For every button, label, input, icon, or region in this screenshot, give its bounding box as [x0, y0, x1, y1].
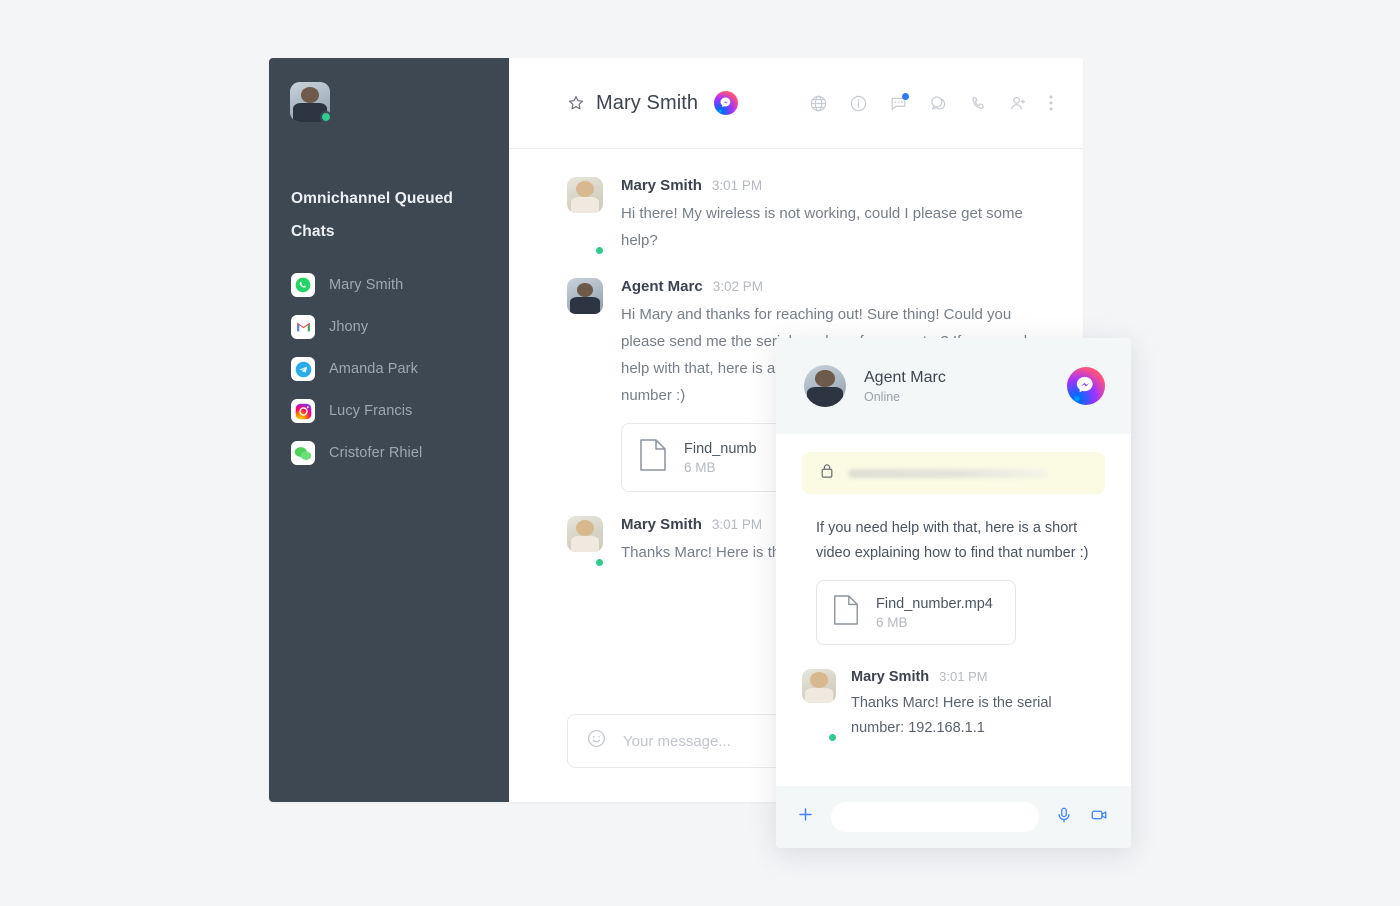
info-icon[interactable]: [849, 94, 868, 113]
instagram-icon: [291, 399, 315, 423]
message-text: Hi there! My wireless is not working, co…: [621, 205, 1023, 249]
file-size: 6 MB: [876, 614, 908, 630]
sidebar-item-lucy-francis[interactable]: Lucy Francis: [269, 390, 509, 432]
file-icon: [832, 594, 860, 631]
messenger-icon: [714, 91, 739, 115]
overlay-message-input[interactable]: [831, 802, 1039, 832]
encryption-notice-text: [848, 468, 1048, 478]
video-camera-icon[interactable]: [1089, 806, 1109, 829]
overlay-contact-name: Agent Marc: [864, 368, 946, 386]
chat-header: Mary Smith: [509, 58, 1083, 149]
plus-icon[interactable]: [796, 805, 815, 829]
overlay-header: Agent Marc Online: [776, 338, 1131, 434]
wechat-icon: [291, 441, 315, 465]
sidebar-item-jhony[interactable]: Jhony: [269, 306, 509, 348]
lock-icon: [820, 463, 834, 484]
message-item: Mary Smith 3:01 PM Thanks Marc! Here is …: [802, 669, 1105, 743]
file-name: Find_numb: [684, 440, 757, 457]
file-icon: [638, 438, 668, 477]
avatar-image: [802, 669, 836, 703]
sidebar-item-label: Amanda Park: [329, 361, 418, 377]
message-timestamp: 3:02 PM: [712, 279, 763, 294]
online-status-dot: [594, 245, 605, 256]
message-text: Thanks Marc! Here is the serial number: …: [851, 695, 1052, 736]
kebab-menu-icon[interactable]: [1049, 94, 1053, 112]
avatar: [802, 669, 838, 743]
online-status-dot: [827, 732, 838, 743]
emoji-icon[interactable]: [586, 728, 607, 754]
telegram-icon: [291, 357, 315, 381]
avatar-image: [567, 278, 603, 314]
avatar: [567, 278, 603, 492]
avatar[interactable]: [290, 82, 332, 123]
encryption-notice: [802, 452, 1105, 494]
file-attachment[interactable]: Find_number.mp4 6 MB: [816, 580, 1016, 645]
message-author: Mary Smith: [851, 669, 930, 685]
sidebar-chat-list: Mary Smith Jhony Amanda Park Lucy Franci…: [269, 264, 509, 474]
messenger-icon: [1067, 367, 1105, 405]
sidebar-item-amanda-park[interactable]: Amanda Park: [269, 348, 509, 390]
message-author: Mary Smith: [621, 177, 702, 194]
overlay-composer: [776, 786, 1131, 848]
add-user-icon[interactable]: [1009, 94, 1028, 113]
notification-badge: [902, 92, 909, 100]
sidebar-item-mary-smith[interactable]: Mary Smith: [269, 264, 509, 306]
messenger-widget-overlay: Agent Marc Online If you need help with …: [776, 338, 1131, 848]
overlay-message-text: If you need help with that, here is a sh…: [816, 520, 1089, 561]
online-status-dot: [320, 111, 332, 123]
avatar-image: [567, 177, 603, 213]
star-icon[interactable]: [567, 94, 585, 112]
sidebar-item-label: Cristofer Rhiel: [329, 445, 423, 461]
message-timestamp: 3:01 PM: [711, 517, 763, 532]
sidebar-item-label: Mary Smith: [329, 277, 404, 293]
page-title: Mary Smith: [596, 91, 699, 114]
message-timestamp: 3:01 PM: [711, 178, 763, 193]
overlay-contact-status: Online: [864, 389, 901, 404]
sidebar-title: Omnichannel Queued Chats: [291, 190, 453, 240]
whatsapp-icon: [291, 273, 315, 297]
file-name: Find_number.mp4: [876, 595, 993, 612]
sidebar: Omnichannel Queued Chats Mary Smith Jhon…: [269, 58, 509, 802]
avatar: [567, 516, 605, 568]
avatar: [804, 365, 846, 407]
avatar-image: [567, 516, 603, 552]
gmail-icon: [291, 315, 315, 339]
microphone-icon[interactable]: [1055, 806, 1073, 829]
globe-icon[interactable]: [809, 94, 828, 113]
header-toolbar: [809, 92, 1053, 113]
message-author: Agent Marc: [621, 278, 703, 295]
message-item: Mary Smith 3:01 PM Hi there! My wireless…: [567, 177, 1053, 256]
discussion-icon[interactable]: [929, 94, 948, 113]
overlay-message-thread: If you need help with that, here is a sh…: [776, 434, 1131, 786]
sidebar-item-label: Lucy Francis: [329, 403, 413, 419]
file-size: 6 MB: [684, 459, 716, 475]
message-timestamp: 3:01 PM: [939, 669, 988, 684]
chat-icon[interactable]: [889, 92, 909, 113]
sidebar-item-label: Jhony: [329, 319, 369, 335]
phone-icon[interactable]: [969, 94, 988, 113]
online-status-dot: [594, 557, 605, 568]
avatar: [567, 177, 605, 256]
sidebar-item-cristofer-rhiel[interactable]: Cristofer Rhiel: [269, 432, 509, 474]
message-author: Mary Smith: [621, 516, 702, 533]
